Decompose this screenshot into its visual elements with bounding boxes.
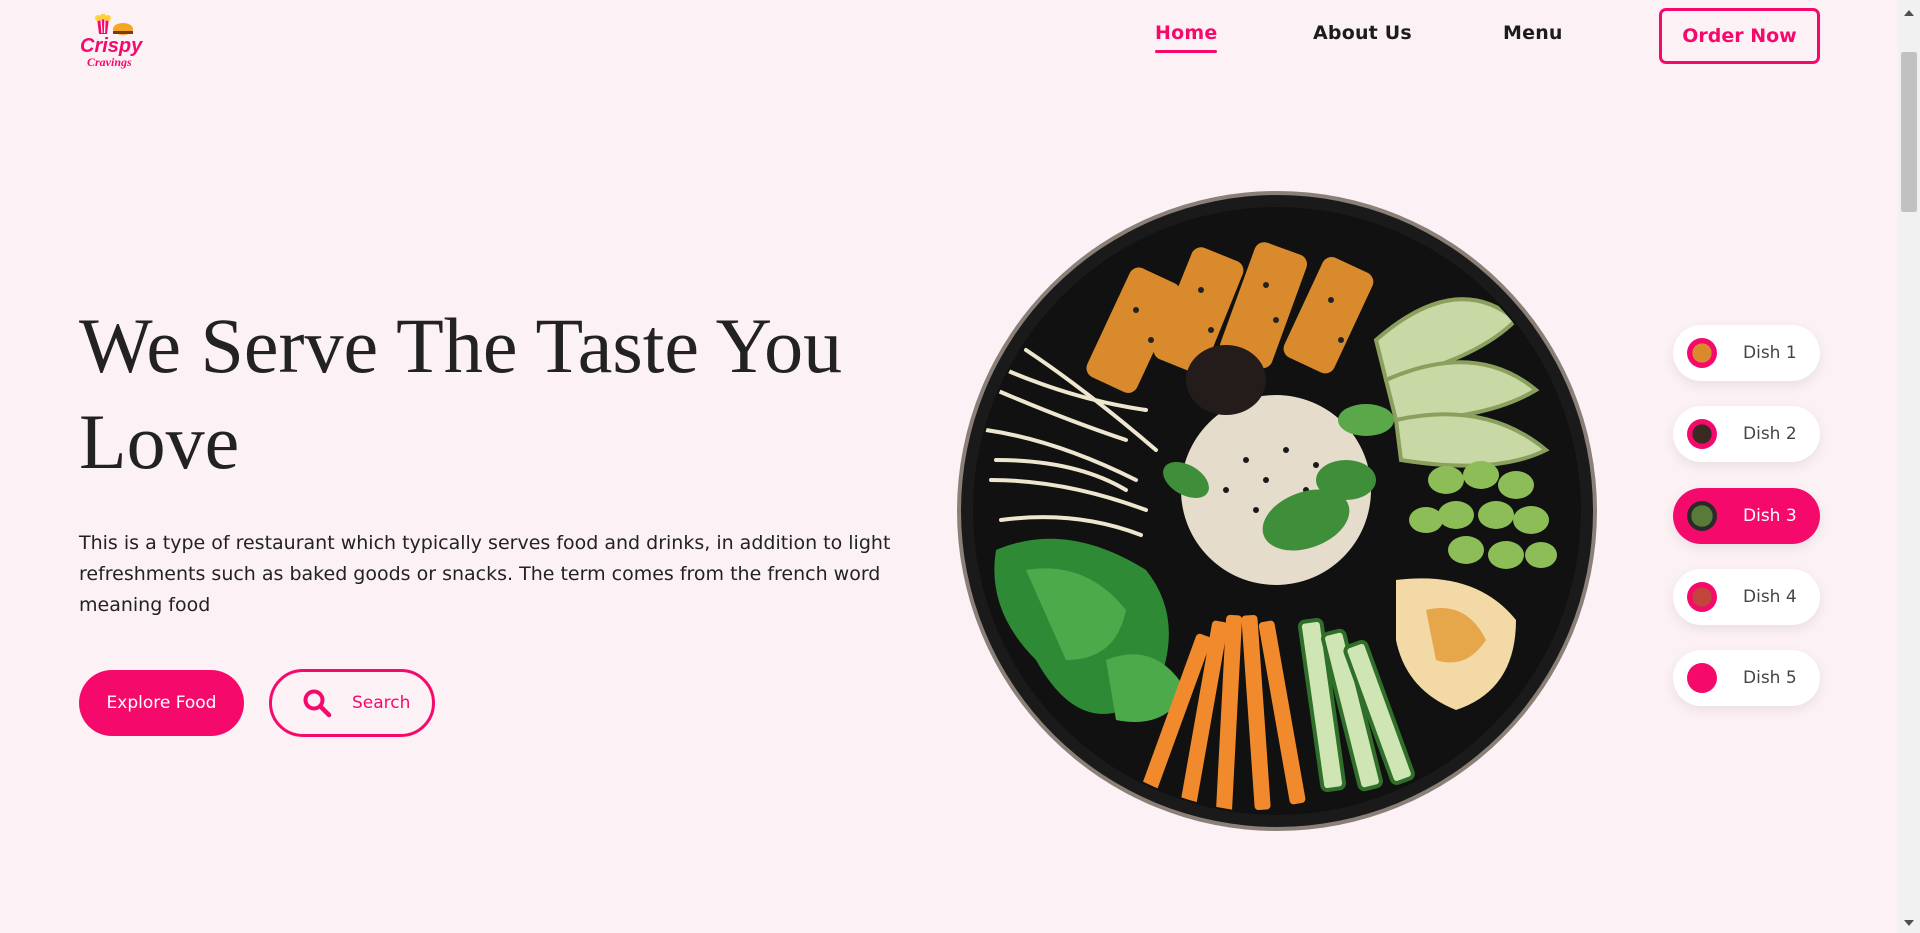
hero-description: This is a type of restaurant which typic… — [79, 532, 891, 616]
dish-2-thumbnail — [1687, 419, 1717, 449]
nav-about-us[interactable]: About Us — [1313, 22, 1412, 44]
dish-5-thumbnail — [1687, 663, 1717, 693]
search-button-label: Search — [352, 693, 411, 713]
nav-menu[interactable]: Menu — [1503, 22, 1563, 44]
dish-4-thumbnail — [1687, 582, 1717, 612]
svg-text:Cravings: Cravings — [87, 55, 132, 69]
food-bowl-image — [957, 191, 1597, 831]
scrollbar-thumb[interactable] — [1901, 52, 1917, 212]
search-icon — [303, 689, 332, 718]
dish-item-5[interactable]: Dish 5 — [1673, 650, 1820, 706]
dish-3-thumbnail — [1687, 501, 1717, 531]
dish-item-2[interactable]: Dish 2 — [1673, 406, 1820, 462]
dish-item-4[interactable]: Dish 4 — [1673, 569, 1820, 625]
explore-food-button[interactable]: Explore Food — [79, 670, 244, 736]
hero-title: We Serve The Taste You Love — [79, 302, 843, 485]
dish-1-thumbnail — [1687, 338, 1717, 368]
dish-label: Dish 2 — [1743, 424, 1797, 444]
order-now-button[interactable]: Order Now — [1659, 8, 1820, 64]
page: Crispy Cravings Home About Us Menu Order… — [0, 0, 1920, 933]
dish-item-1[interactable]: Dish 1 — [1673, 325, 1820, 381]
svg-text:Crispy: Crispy — [80, 35, 143, 57]
nav-home[interactable]: Home — [1155, 22, 1218, 53]
dish-label: Dish 1 — [1743, 343, 1797, 363]
search-button[interactable]: Search — [269, 669, 435, 737]
dish-item-3[interactable]: Dish 3 — [1673, 488, 1820, 544]
dish-label: Dish 4 — [1743, 587, 1797, 607]
dish-label: Dish 5 — [1743, 668, 1797, 688]
scroll-down-arrow-icon[interactable] — [1904, 920, 1914, 926]
dish-label: Dish 3 — [1743, 506, 1797, 526]
crispy-cravings-logo[interactable]: Crispy Cravings — [79, 14, 143, 70]
scroll-up-arrow-icon[interactable] — [1904, 10, 1914, 16]
vertical-scrollbar[interactable] — [1898, 0, 1920, 933]
